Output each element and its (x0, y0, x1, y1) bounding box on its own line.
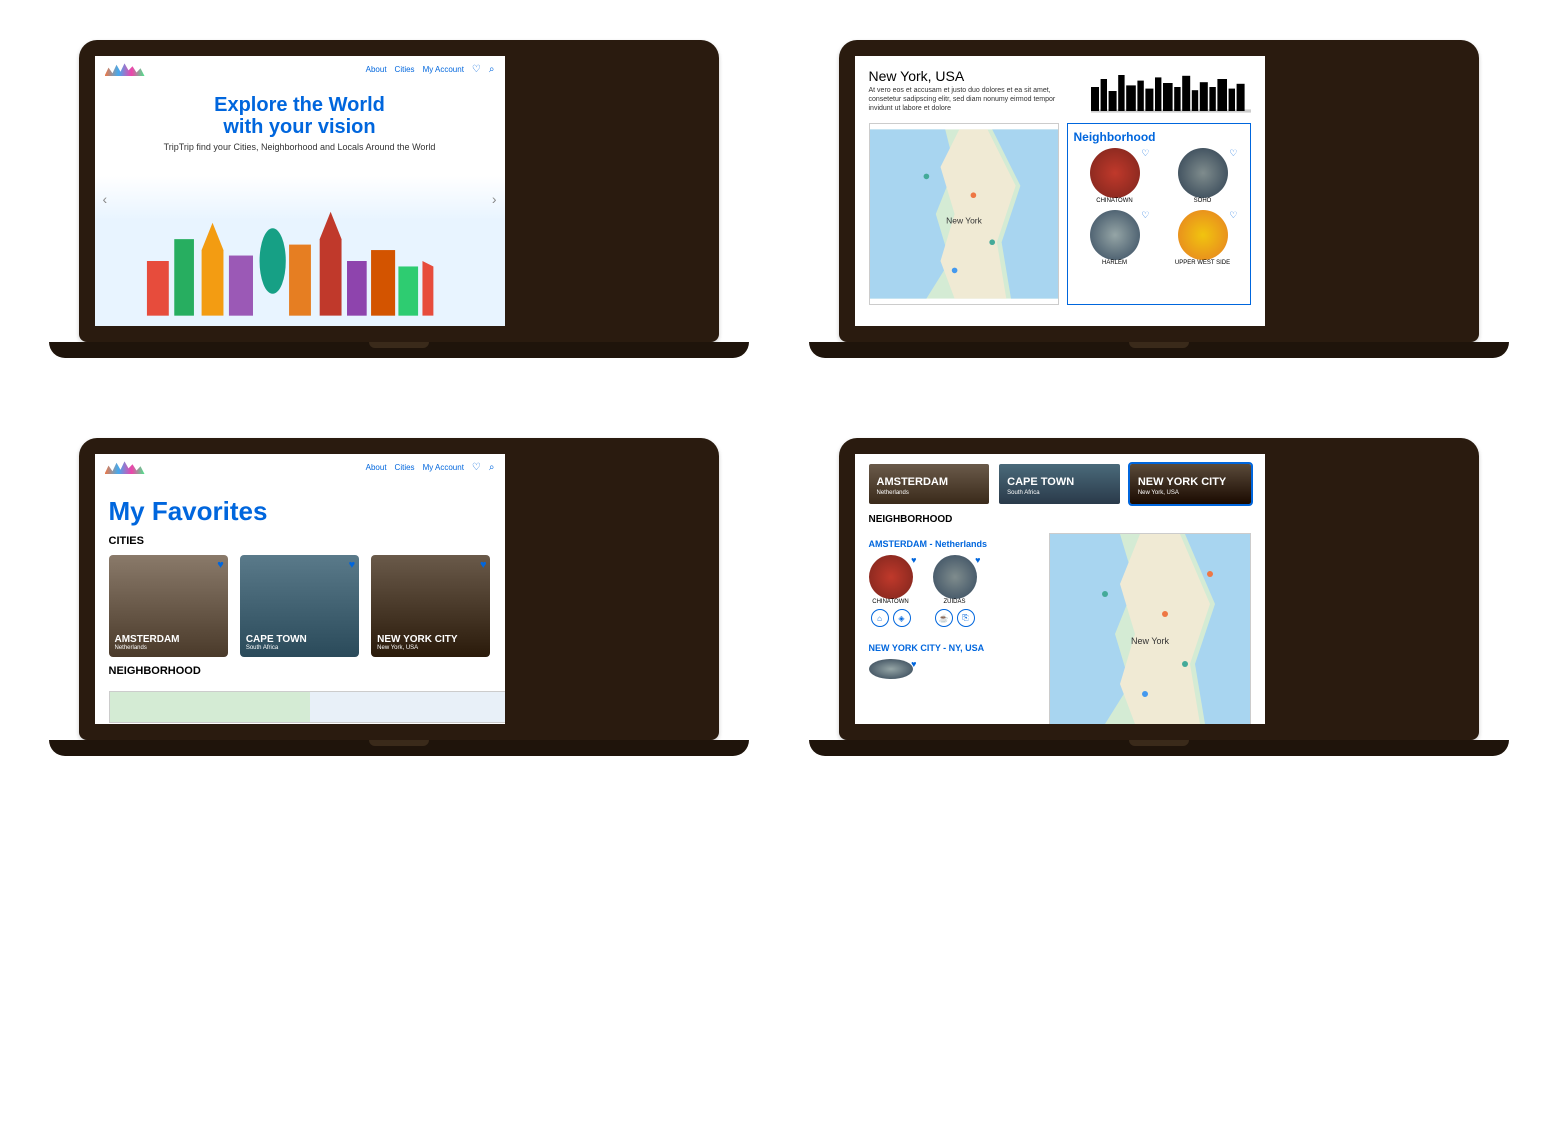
search-icon[interactable]: ⌕ (489, 462, 495, 473)
map-preview[interactable] (109, 691, 505, 723)
logo-icon (105, 62, 145, 76)
heart-icon[interactable]: ♡ (1229, 148, 1237, 159)
action-icon[interactable]: ⎘ (957, 609, 975, 627)
nav-cities[interactable]: Cities (395, 65, 415, 74)
carousel-next-icon[interactable]: › (492, 191, 497, 207)
nav-account[interactable]: My Account (423, 65, 464, 74)
heart-icon[interactable]: ♥ (349, 559, 356, 571)
heart-icon[interactable]: ♥ (217, 559, 224, 571)
neighborhood-item[interactable]: ♥ (869, 659, 913, 679)
neighborhood-item[interactable]: ♡ CHINATOWN (1074, 148, 1156, 204)
nav-about[interactable]: About (366, 65, 387, 74)
city-description: At vero eos et accusam et justo duo dolo… (869, 86, 1068, 113)
city-bar-item[interactable]: AMSTERDAMNetherlands (869, 464, 990, 504)
carousel-prev-icon[interactable]: ‹ (103, 191, 108, 207)
heart-icon[interactable]: ♥ (911, 555, 916, 565)
nav-cities[interactable]: Cities (395, 463, 415, 472)
neighborhood-item[interactable]: ♡ UPPER WEST SIDE (1162, 210, 1244, 266)
city-card[interactable]: ♥ NEW YORK CITYNew York, USA (371, 555, 490, 657)
mockup-city-detail: New York, USA At vero eos et accusam et … (839, 40, 1479, 358)
heart-icon[interactable]: ♥ (911, 659, 916, 669)
neighborhood-item[interactable]: ♥ CHINATOWN ⌂ ◈ (869, 555, 913, 627)
mockup-home: About Cities My Account ♡ ⌕ Explore the … (79, 40, 719, 358)
action-icon[interactable]: ◈ (893, 609, 911, 627)
nav-about[interactable]: About (366, 463, 387, 472)
heart-icon[interactable]: ♡ (1141, 210, 1149, 221)
neighborhood-item[interactable]: ♡ SOHO (1162, 148, 1244, 204)
neighborhood-item[interactable]: ♡ HARLEM (1074, 210, 1156, 266)
city-bar-item[interactable]: NEW YORK CITYNew York, USA (1130, 464, 1251, 504)
nav-account[interactable]: My Account (423, 463, 464, 472)
city-card[interactable]: ♥ CAPE TOWNSouth Africa (240, 555, 359, 657)
group-title: AMSTERDAM - Netherlands (869, 539, 1039, 549)
search-icon[interactable]: ⌕ (489, 64, 495, 75)
neighborhood-heading: Neighborhood (1074, 130, 1244, 144)
svg-text:New York: New York (1130, 636, 1169, 646)
heart-icon[interactable]: ♥ (480, 559, 487, 571)
neighborhood-heading: NEIGHBORHOOD (869, 514, 1251, 525)
hero-illustration (95, 176, 505, 326)
city-bar-item[interactable]: CAPE TOWNSouth Africa (999, 464, 1120, 504)
heart-icon[interactable]: ♡ (1141, 148, 1149, 159)
city-card[interactable]: ♥ AMSTERDAMNetherlands (109, 555, 228, 657)
city-map[interactable]: New York (869, 123, 1059, 305)
hero-subtext: TripTrip find your Cities, Neighborhood … (115, 142, 485, 152)
hero-heading: Explore the Worldwith your vision (115, 94, 485, 138)
heart-icon[interactable]: ♡ (472, 462, 481, 473)
svg-text:New York: New York (946, 216, 982, 226)
page-title: My Favorites (109, 496, 491, 527)
city-skyline-icon (1091, 66, 1251, 116)
group-title: NEW YORK CITY - NY, USA (869, 643, 1039, 653)
heart-icon[interactable]: ♥ (975, 555, 980, 565)
cities-heading: CITIES (109, 535, 491, 547)
neighborhood-item[interactable]: ♥ ZUIDAS ☕ ⎘ (933, 555, 977, 627)
action-icon[interactable]: ☕ (935, 609, 953, 627)
mockup-favorites-detail: AMSTERDAMNetherlands CAPE TOWNSouth Afri… (839, 438, 1479, 756)
city-map[interactable]: New York (1049, 533, 1251, 724)
mockup-favorites: About Cities My Account ♡ ⌕ My Favorites… (79, 438, 719, 756)
action-icon[interactable]: ⌂ (871, 609, 889, 627)
heart-icon[interactable]: ♡ (472, 64, 481, 75)
heart-icon[interactable]: ♡ (1229, 210, 1237, 221)
neighborhood-heading: NEIGHBORHOOD (109, 665, 491, 677)
logo-icon (105, 460, 145, 474)
neighborhood-panel: Neighborhood ♡ CHINATOWN ♡ SOHO (1067, 123, 1251, 305)
